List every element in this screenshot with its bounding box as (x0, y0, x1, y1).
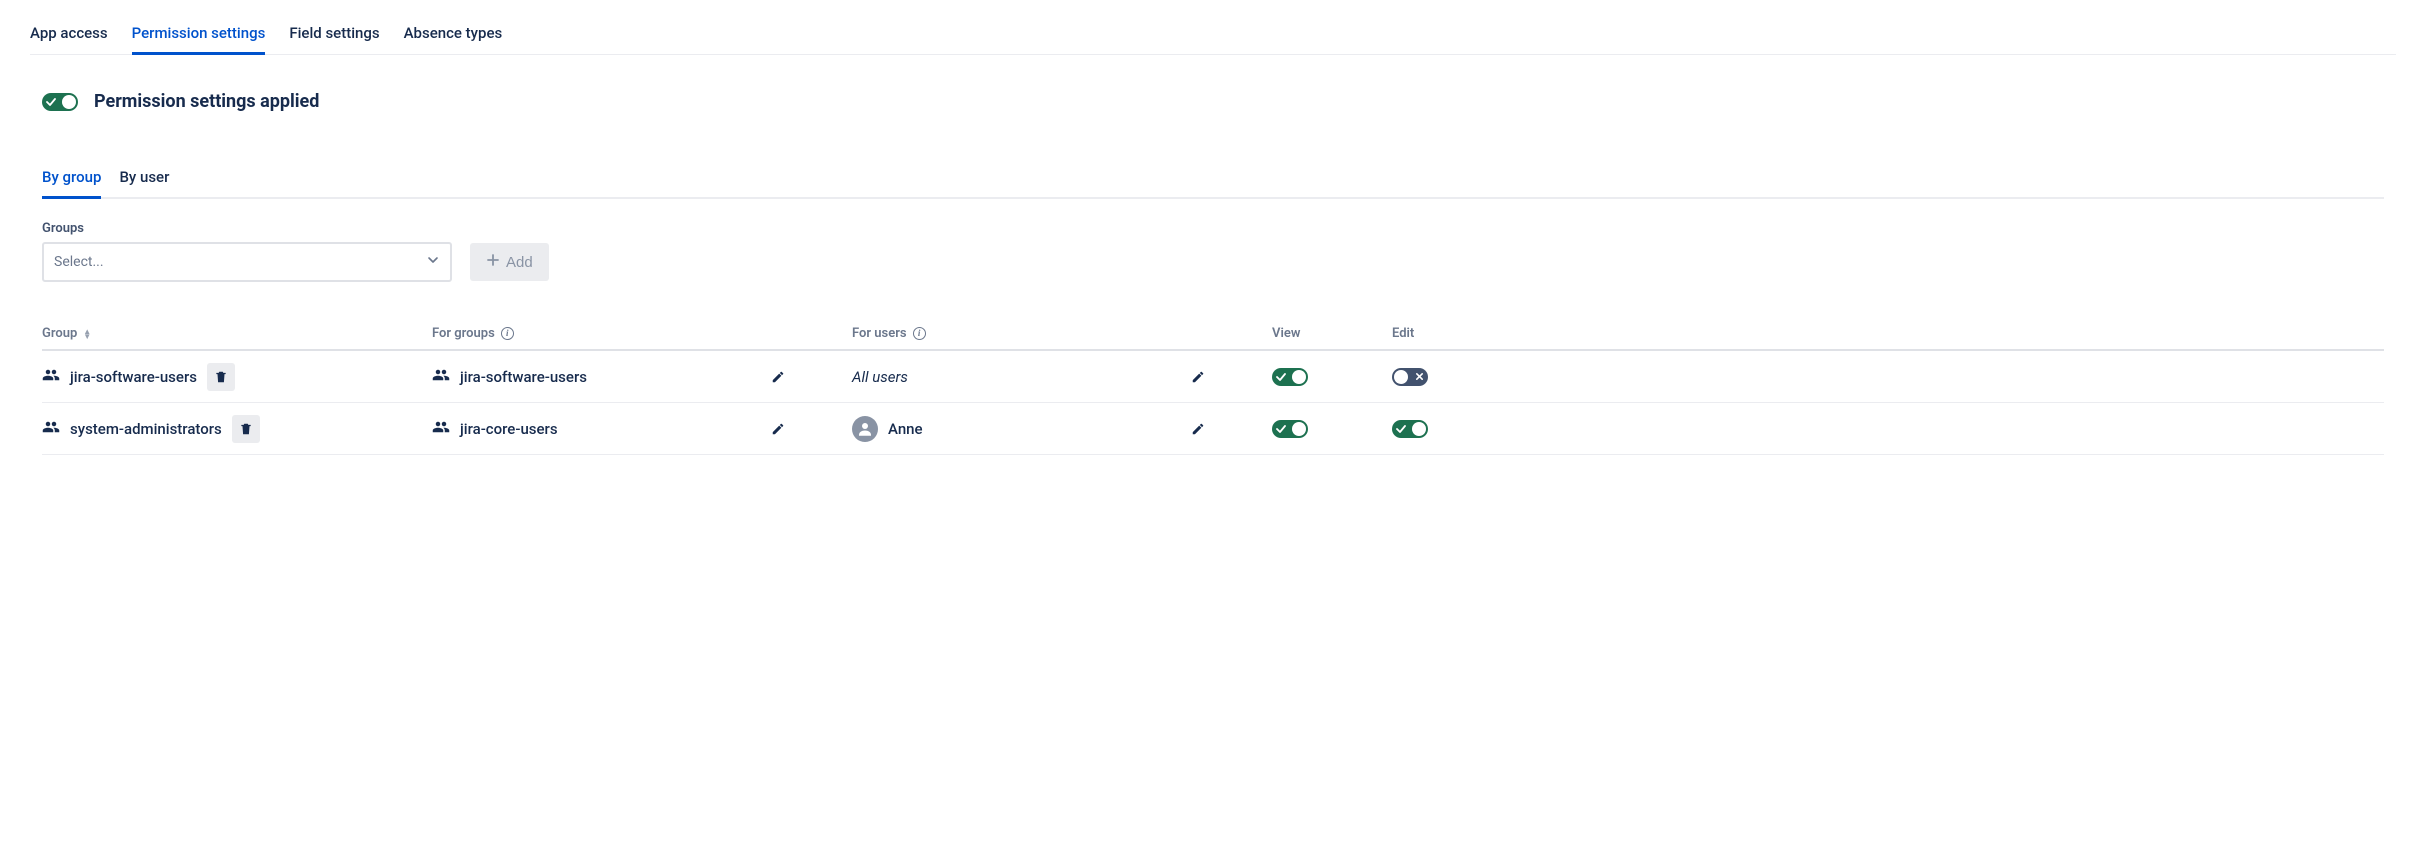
header-view: View (1272, 326, 1392, 341)
chevron-down-icon (426, 253, 440, 271)
delete-button[interactable] (232, 415, 260, 443)
sort-icon: ▲▼ (83, 329, 91, 339)
for-users-value: All users (852, 368, 908, 386)
header-for-groups: For groups i (432, 326, 852, 341)
top-tabs: App access Permission settings Field set… (30, 0, 2396, 55)
edit-toggle[interactable] (1392, 420, 1428, 438)
info-icon[interactable]: i (501, 327, 514, 340)
add-label: Add (506, 254, 533, 271)
group-name: jira-software-users (70, 368, 197, 386)
users-icon (432, 366, 450, 388)
groups-section: Groups Select... Add (42, 221, 2384, 282)
cell-edit (1392, 368, 1512, 386)
edit-for-users-button[interactable] (1184, 415, 1212, 443)
tab-by-user[interactable]: By user (119, 168, 169, 197)
for-groups-value: jira-core-users (460, 420, 558, 438)
avatar (852, 416, 878, 442)
view-toggle[interactable] (1272, 368, 1308, 386)
cell-for-groups: jira-core-users (432, 415, 852, 443)
edit-toggle[interactable] (1392, 368, 1428, 386)
table-header: Group ▲▼ For groups i For users i View E… (42, 326, 2384, 351)
header-edit: Edit (1392, 326, 1512, 341)
group-name: system-administrators (70, 420, 222, 438)
cell-for-users: Anne (852, 415, 1272, 443)
check-icon (1276, 372, 1286, 382)
check-icon (46, 97, 56, 107)
header-for-users: For users i (852, 326, 1272, 341)
toggle-knob (1292, 422, 1306, 436)
toggle-knob (1394, 370, 1408, 384)
for-groups-value: jira-software-users (460, 368, 587, 386)
tab-absence-types[interactable]: Absence types (404, 24, 503, 54)
tab-field-settings[interactable]: Field settings (289, 24, 379, 54)
groups-label: Groups (42, 221, 2384, 236)
edit-for-groups-button[interactable] (764, 363, 792, 391)
tab-permission-settings[interactable]: Permission settings (132, 24, 266, 55)
cell-view (1272, 420, 1392, 438)
groups-select-placeholder: Select... (54, 254, 104, 270)
cell-for-groups: jira-software-users (432, 363, 852, 391)
check-icon (1396, 424, 1406, 434)
tab-app-access[interactable]: App access (30, 24, 108, 54)
info-icon[interactable]: i (913, 327, 926, 340)
toggle-knob (1412, 422, 1426, 436)
permissions-table: Group ▲▼ For groups i For users i View E… (42, 326, 2384, 455)
view-toggle[interactable] (1272, 420, 1308, 438)
edit-for-groups-button[interactable] (764, 415, 792, 443)
header-for-groups-label: For groups (432, 326, 495, 341)
cell-group: jira-software-users (42, 363, 432, 391)
tab-by-group[interactable]: By group (42, 168, 101, 199)
table-row: jira-software-users jira-software-users (42, 351, 2384, 403)
header-for-users-label: For users (852, 326, 907, 341)
applied-label: Permission settings applied (94, 91, 319, 112)
check-icon (1276, 424, 1286, 434)
add-button[interactable]: Add (470, 243, 549, 281)
toggle-knob (62, 95, 76, 109)
cell-for-users: All users (852, 363, 1272, 391)
header-group-label: Group (42, 326, 77, 341)
users-icon (42, 418, 60, 440)
cell-group: system-administrators (42, 415, 432, 443)
cell-edit (1392, 420, 1512, 438)
plus-icon (486, 253, 500, 271)
table-row: system-administrators jira-core-users (42, 403, 2384, 455)
header-group[interactable]: Group ▲▼ (42, 326, 432, 341)
users-icon (42, 366, 60, 388)
x-icon (1414, 372, 1424, 382)
sub-tabs: By group By user (42, 168, 2384, 199)
users-icon (432, 418, 450, 440)
applied-row: Permission settings applied (42, 91, 2396, 112)
delete-button[interactable] (207, 363, 235, 391)
groups-select[interactable]: Select... (42, 242, 452, 282)
cell-view (1272, 368, 1392, 386)
for-users-value: Anne (888, 420, 923, 438)
toggle-knob (1292, 370, 1306, 384)
edit-for-users-button[interactable] (1184, 363, 1212, 391)
permission-applied-toggle[interactable] (42, 93, 78, 111)
